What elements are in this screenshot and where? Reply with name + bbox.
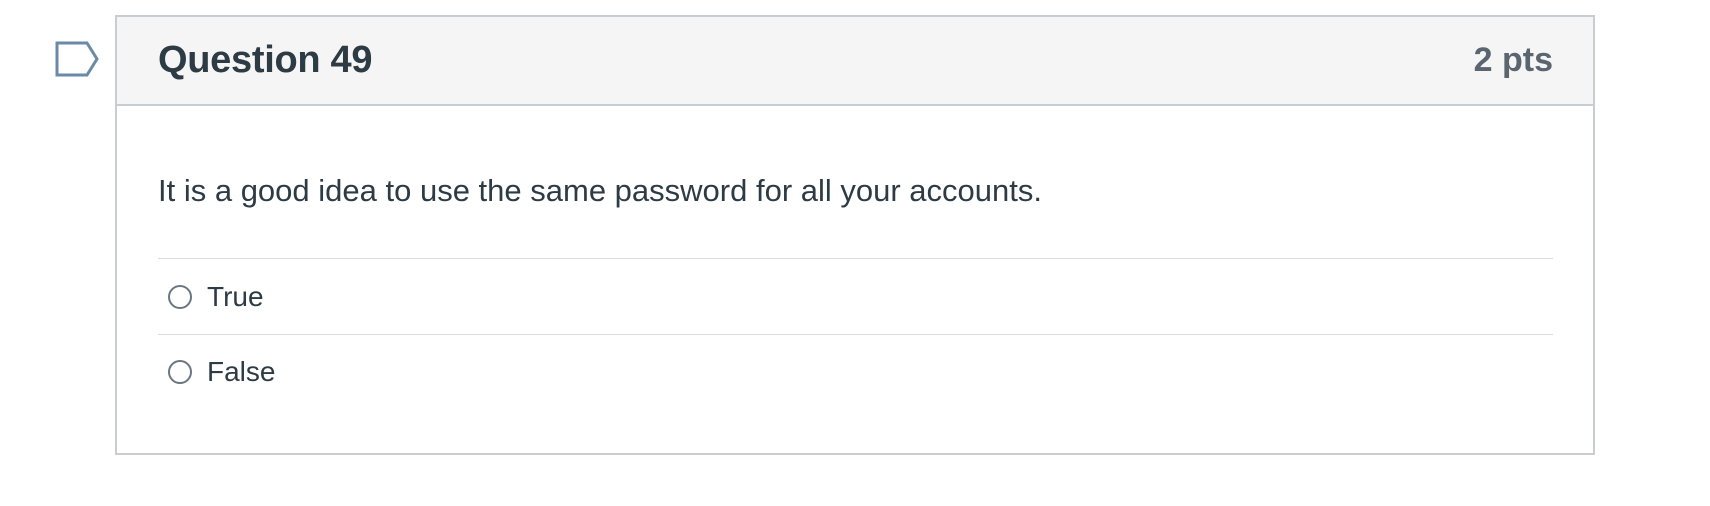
radio-button-false[interactable] (168, 360, 192, 384)
question-card: Question 49 2 pts It is a good idea to u… (115, 15, 1595, 455)
question-header: Question 49 2 pts (117, 17, 1593, 106)
answer-label-true: True (207, 280, 264, 312)
radio-button-true[interactable] (168, 284, 192, 309)
answer-list: True False (158, 258, 1553, 409)
question-text: It is a good idea to use the same passwo… (158, 173, 1042, 208)
answer-label-false: False (207, 356, 276, 387)
answer-option-true[interactable]: True (158, 259, 1553, 334)
quiz-page: Question 49 2 pts It is a good idea to u… (0, 0, 1710, 506)
question-body: It is a good idea to use the same passwo… (117, 173, 1593, 409)
question-title: Question 49 (158, 39, 373, 81)
question-points: 2 pts (1473, 41, 1553, 79)
flag-question-icon[interactable] (55, 41, 99, 77)
answer-option-false[interactable]: False (158, 334, 1553, 409)
